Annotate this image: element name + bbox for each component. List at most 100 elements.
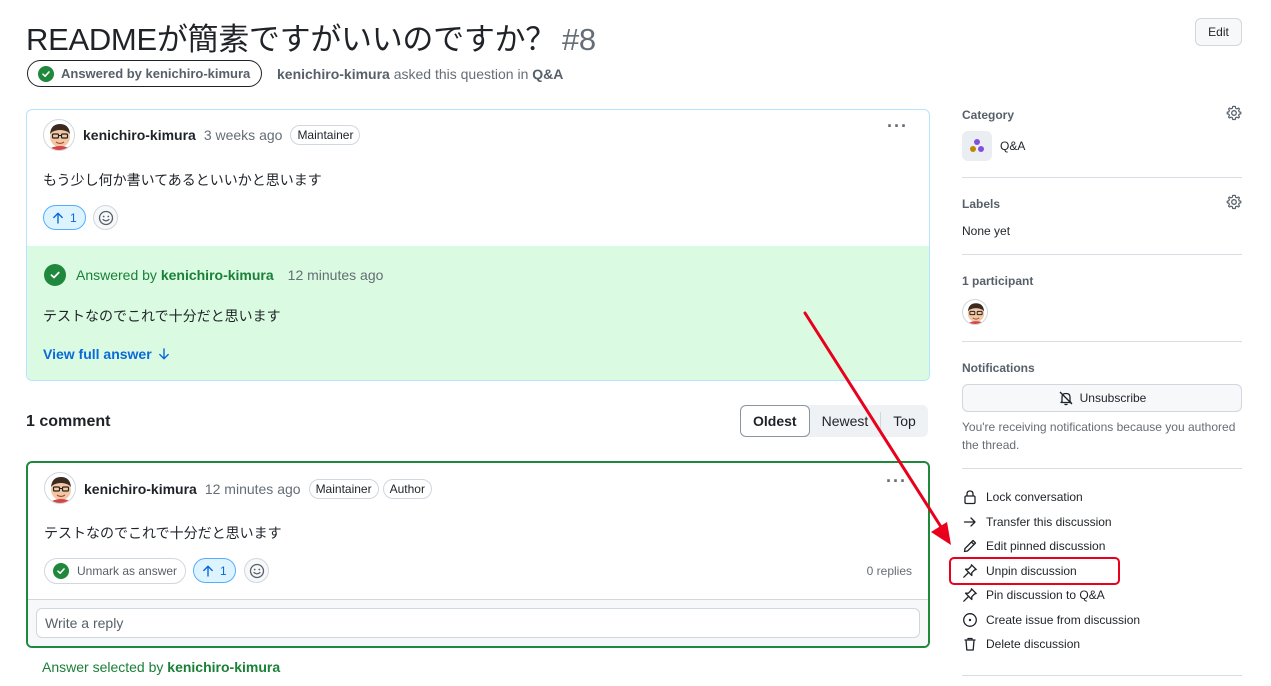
sidebar-divider xyxy=(962,468,1242,469)
unmark-as-answer-button[interactable]: Unmark as answer xyxy=(44,558,187,584)
author-link[interactable]: kenichiro-kimura xyxy=(83,127,196,143)
edit-pinned-discussion-label: Edit pinned discussion xyxy=(986,539,1106,553)
transfer-discussion-label: Transfer this discussion xyxy=(986,515,1112,529)
reply-input[interactable] xyxy=(36,608,920,638)
notifications-heading: Notifications xyxy=(962,361,1035,375)
comment-sort-control: Oldest Newest Top xyxy=(740,405,928,437)
meta-author-link[interactable]: kenichiro-kimura xyxy=(277,66,390,82)
create-issue-action[interactable]: Create issue from discussion xyxy=(962,612,1140,628)
lock-conversation-action[interactable]: Lock conversation xyxy=(962,489,1083,505)
answered-by-prefix: Answered by xyxy=(76,267,161,283)
check-circle-icon xyxy=(53,563,69,579)
smiley-icon xyxy=(98,210,113,225)
question-body: もう少し何か書いてあるといいかと思います xyxy=(43,172,322,188)
meta-asked-text: asked this question in xyxy=(389,66,533,82)
answer-author-link[interactable]: kenichiro-kimura xyxy=(161,267,274,283)
kebab-horizontal-icon[interactable]: ··· xyxy=(886,471,907,492)
comments-count: 1 comment xyxy=(26,413,111,430)
comment-card: kenichiro-kimura 12 minutes ago Maintain… xyxy=(26,461,930,648)
pin-discussion-label: Pin discussion to Q&A xyxy=(986,588,1105,602)
gear-icon[interactable] xyxy=(1226,105,1242,121)
check-circle-icon xyxy=(38,65,54,82)
upvote-button[interactable]: 1 xyxy=(193,558,236,583)
create-issue-label: Create issue from discussion xyxy=(986,613,1141,627)
view-full-answer-link[interactable]: View full answer xyxy=(43,346,170,362)
maintainer-badge: Maintainer xyxy=(308,479,379,499)
issue-opened-icon xyxy=(963,613,977,627)
labels-heading: Labels xyxy=(962,197,1001,211)
participants-section: 1 participant xyxy=(962,274,1242,325)
category-heading: Category xyxy=(962,108,1015,122)
category-link[interactable]: Q&A xyxy=(962,131,1242,161)
answer-selected-prefix: Answer selected by xyxy=(42,659,168,675)
check-circle-fill-icon xyxy=(44,264,66,286)
category-emoji-icon xyxy=(962,131,992,161)
answer-body: テストなのでこれで十分だと思います xyxy=(43,308,281,324)
arrow-up-icon xyxy=(53,212,63,224)
sort-top[interactable]: Top xyxy=(881,405,928,437)
comment-body: テストなのでこれで十分だと思います xyxy=(44,525,282,541)
delete-discussion-label: Delete discussion xyxy=(986,637,1081,651)
labels-section: Labels None yet xyxy=(962,194,1242,238)
arrow-up-icon xyxy=(203,565,213,577)
answered-badge[interactable]: Answered by kenichiro-kimura xyxy=(27,60,263,87)
author-link[interactable]: kenichiro-kimura xyxy=(84,481,197,497)
answered-by-text: Answered by kenichiro-kimura xyxy=(76,267,274,283)
delete-discussion-action[interactable]: Delete discussion xyxy=(962,636,1080,652)
answer-summary: Answered by kenichiro-kimura 12 minutes … xyxy=(27,246,929,380)
labels-value: None yet xyxy=(962,224,1011,238)
discussion-number: #8 xyxy=(561,22,596,57)
timestamp[interactable]: 12 minutes ago xyxy=(205,481,301,497)
notifications-reason: You're receiving notifications because y… xyxy=(962,420,1236,452)
answered-badge-label: Answered by kenichiro-kimura xyxy=(61,66,251,81)
avatar[interactable] xyxy=(44,472,76,504)
participant-avatar[interactable] xyxy=(962,299,988,325)
annotation-highlight-box xyxy=(949,557,1120,585)
transfer-discussion-action[interactable]: Transfer this discussion xyxy=(962,514,1112,530)
author-badge: Author xyxy=(382,479,432,499)
discussion-meta: kenichiro-kimura asked this question in … xyxy=(277,66,563,82)
upvote-count: 1 xyxy=(220,563,227,578)
view-full-answer-label: View full answer xyxy=(43,346,152,362)
timestamp[interactable]: 3 weeks ago xyxy=(204,127,283,143)
unmark-label: Unmark as answer xyxy=(77,564,178,578)
unsubscribe-label: Unsubscribe xyxy=(1079,391,1147,405)
category-section: Category Q&A xyxy=(962,105,1242,161)
category-name: Q&A xyxy=(1000,139,1026,153)
trash-icon xyxy=(964,637,976,651)
upvote-button[interactable]: 1 xyxy=(43,205,86,230)
answer-timestamp[interactable]: 12 minutes ago xyxy=(288,267,384,283)
edit-button[interactable]: Edit xyxy=(1195,18,1242,46)
sidebar-divider xyxy=(962,254,1242,255)
bell-slash-icon xyxy=(1059,391,1073,406)
reply-area xyxy=(28,599,928,646)
lock-icon xyxy=(964,490,976,505)
answer-selected-note: Answer selected by kenichiro-kimura xyxy=(42,659,280,675)
pin-icon xyxy=(963,588,977,602)
unsubscribe-button[interactable]: Unsubscribe xyxy=(962,384,1242,412)
sort-oldest[interactable]: Oldest xyxy=(740,405,810,437)
meta-category-link[interactable]: Q&A xyxy=(532,66,563,82)
sort-newest[interactable]: Newest xyxy=(810,405,881,437)
kebab-horizontal-icon[interactable]: ··· xyxy=(887,116,908,137)
pin-discussion-action[interactable]: Pin discussion to Q&A xyxy=(962,587,1105,603)
avatar[interactable] xyxy=(43,119,75,151)
upvote-count: 1 xyxy=(70,210,77,225)
arrow-down-icon xyxy=(158,348,169,360)
comment-header: kenichiro-kimura 12 minutes ago Maintain… xyxy=(84,479,432,499)
add-reaction-button[interactable] xyxy=(93,205,118,230)
question-header: kenichiro-kimura 3 weeks ago Maintainer xyxy=(83,125,361,145)
smiley-icon xyxy=(249,563,264,578)
sidebar-divider xyxy=(962,177,1242,178)
answer-header: Answered by kenichiro-kimura 12 minutes … xyxy=(44,264,383,286)
sidebar-divider xyxy=(962,675,1242,676)
arrow-right-icon xyxy=(963,517,976,527)
add-reaction-button[interactable] xyxy=(244,558,269,583)
pencil-icon xyxy=(963,539,977,553)
edit-pinned-discussion-action[interactable]: Edit pinned discussion xyxy=(962,538,1105,554)
gear-icon[interactable] xyxy=(1226,194,1242,210)
title-text: READMEが簡素ですがいいのですか？ xyxy=(26,22,556,57)
maintainer-badge: Maintainer xyxy=(290,125,361,145)
question-card: kenichiro-kimura 3 weeks ago Maintainer … xyxy=(26,109,930,381)
answer-selected-author-link[interactable]: kenichiro-kimura xyxy=(167,659,280,675)
